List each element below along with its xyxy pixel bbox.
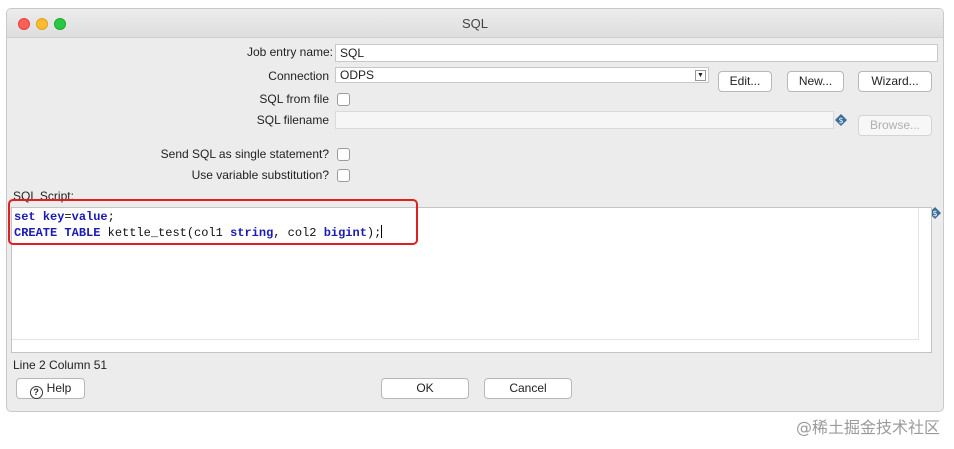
use-variable-substitution-checkbox[interactable]	[337, 169, 350, 182]
variable-icon: $	[835, 114, 847, 126]
editor-scrollbar-horizontal[interactable]	[12, 339, 919, 340]
sql-filename-input[interactable]	[335, 111, 834, 129]
sql-from-file-checkbox[interactable]	[337, 93, 350, 106]
sql-dialog: SQL Job entry name: SQL Connection ODPS …	[6, 8, 944, 412]
edit-connection-button[interactable]: Edit...	[718, 71, 772, 92]
sql-filename-label: SQL filename	[256, 113, 329, 127]
connection-select[interactable]: ODPS ▼	[335, 67, 709, 83]
help-label: Help	[46, 381, 72, 395]
connection-value: ODPS	[340, 68, 375, 82]
ok-button[interactable]: OK	[381, 378, 469, 399]
dropdown-arrow-icon[interactable]: ▼	[695, 70, 706, 81]
use-variable-substitution-label: Use variable substitution?	[191, 168, 329, 182]
connection-label: Connection	[268, 69, 329, 83]
watermark: @稀土掘金技术社区	[795, 418, 940, 437]
send-single-statement-checkbox[interactable]	[337, 148, 350, 161]
sql-from-file-label: SQL from file	[259, 92, 329, 106]
svg-text:$: $	[932, 209, 937, 218]
svg-text:$: $	[838, 116, 843, 125]
job-entry-name-input[interactable]: SQL	[335, 44, 938, 62]
help-button[interactable]: ? Help	[16, 378, 85, 399]
sql-script-editor[interactable]: set key=value; CREATE TABLE kettle_test(…	[8, 199, 932, 353]
editor-scrollbar-vertical[interactable]	[918, 208, 919, 340]
window-title: SQL	[461, 16, 488, 31]
help-icon: ?	[29, 386, 43, 399]
job-entry-name-label: Job entry name:	[246, 45, 333, 59]
wizard-button[interactable]: Wizard...	[858, 71, 932, 92]
title-bar: SQL	[7, 9, 943, 38]
send-single-statement-label: Send SQL as single statement?	[160, 147, 329, 161]
cursor-position-status: Line 2 Column 51	[13, 358, 108, 372]
browse-button[interactable]: Browse...	[858, 115, 932, 136]
cancel-button[interactable]: Cancel	[484, 378, 572, 399]
new-connection-button[interactable]: New...	[787, 71, 844, 92]
highlight-annotation	[8, 199, 418, 245]
